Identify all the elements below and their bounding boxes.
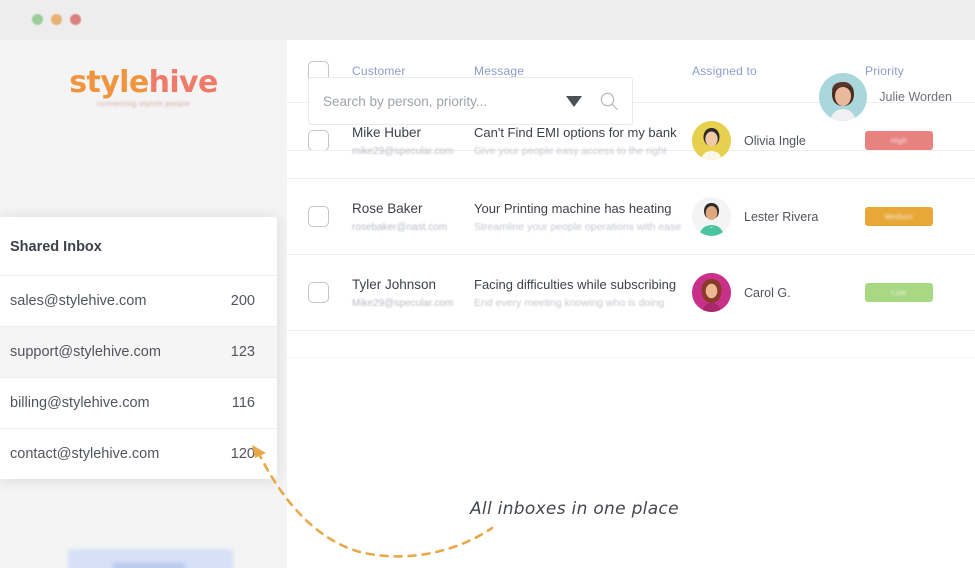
sidebar-item-support[interactable]: support@stylehive.com 123 (0, 327, 277, 378)
status-badge[interactable]: Medium (865, 207, 933, 226)
row-checkbox[interactable] (308, 282, 329, 303)
message-cell: Facing difficulties while subscribing En… (474, 276, 692, 310)
close-dot[interactable] (70, 14, 81, 25)
row-select-cell (308, 282, 352, 303)
assignee-cell: Lester Rivera (692, 197, 865, 236)
assignee[interactable]: Carol G. (692, 273, 865, 312)
search-bar (308, 77, 633, 125)
priority-label: Low (892, 288, 907, 297)
inbox-address: support@stylehive.com (10, 344, 161, 360)
priority-cell: Medium (865, 207, 975, 226)
message-preview: Streamline your people operations with e… (474, 221, 692, 233)
assignee-avatar (692, 197, 731, 236)
assignee-avatar (692, 121, 731, 160)
user-name: Julie Worden (879, 90, 952, 104)
priority-label: Medium (885, 212, 913, 221)
main-panel: Julie Worden Customer Message Assigned t… (287, 40, 975, 568)
minimize-dot[interactable] (32, 14, 43, 25)
sidebar-item-billing[interactable]: billing@stylehive.com 116 (0, 378, 277, 429)
maximize-dot[interactable] (51, 14, 62, 25)
user-profile[interactable]: Julie Worden (819, 73, 952, 121)
shared-inbox-title: Shared Inbox (0, 217, 277, 276)
inbox-count: 200 (231, 293, 255, 309)
assignee[interactable]: Lester Rivera (692, 197, 865, 236)
chevron-down-icon[interactable] (566, 96, 582, 107)
brand-logo[interactable]: stylehive connecting stylish people (0, 68, 287, 108)
inbox-count: 116 (232, 395, 255, 411)
customer-email: mike29@specular.com (352, 146, 474, 157)
app-window: stylehive connecting stylish people Shar… (0, 0, 975, 568)
message-preview: End every meeting knowing who is doing (474, 297, 692, 309)
shared-inbox-card: Shared Inbox sales@stylehive.com 200 sup… (0, 217, 277, 479)
inbox-count: 123 (231, 344, 255, 360)
avatar (819, 73, 867, 121)
window-controls (32, 14, 81, 25)
message-title: Your Printing machine has heating (474, 200, 692, 218)
status-badge[interactable]: High (865, 131, 933, 150)
table-row-partial (287, 331, 975, 358)
message-cell: Your Printing machine has heating Stream… (474, 200, 692, 234)
assignee-name: Lester Rivera (744, 210, 818, 224)
sidebar-item-sales[interactable]: sales@stylehive.com 200 (0, 276, 277, 327)
annotation-label: All inboxes in one place (470, 499, 679, 519)
row-select-cell (308, 206, 352, 227)
brand-tagline: connecting stylish people (0, 101, 287, 108)
sidebar-item-contact[interactable]: contact@stylehive.com 120 (0, 429, 277, 479)
table-row[interactable]: Rose Baker rosebaker@nast.com Your Print… (287, 179, 975, 255)
assignee-cell: Carol G. (692, 273, 865, 312)
customer-name: Rose Baker (352, 200, 474, 218)
brand-word-style: style (69, 65, 148, 100)
assignee-avatar (692, 273, 731, 312)
customer-cell: Rose Baker rosebaker@nast.com (352, 200, 474, 232)
priority-cell: Low (865, 283, 975, 302)
search-icon[interactable] (599, 91, 619, 111)
assignee-name: Carol G. (744, 286, 791, 300)
sidebar-cta-button[interactable] (68, 549, 233, 568)
inbox-address: sales@stylehive.com (10, 293, 146, 309)
customer-cell: Tyler Johnson Mike29@specular.com (352, 276, 474, 308)
inbox-count: 120 (231, 446, 255, 462)
customer-email: rosebaker@nast.com (352, 222, 474, 233)
message-preview: Give your people easy access to the righ… (474, 145, 692, 157)
table-row[interactable]: Tyler Johnson Mike29@specular.com Facing… (287, 255, 975, 331)
sidebar: stylehive connecting stylish people Shar… (0, 40, 287, 568)
message-title: Facing difficulties while subscribing (474, 276, 692, 294)
brand-word-hive: hive (149, 65, 218, 100)
priority-label: High (891, 136, 908, 145)
search-input[interactable] (309, 94, 566, 109)
status-badge[interactable]: Low (865, 283, 933, 302)
inbox-address: billing@stylehive.com (10, 395, 150, 411)
inbox-address: contact@stylehive.com (10, 446, 159, 462)
customer-email: Mike29@specular.com (352, 298, 474, 309)
row-checkbox[interactable] (308, 206, 329, 227)
brand-wordmark: stylehive (0, 68, 287, 98)
customer-name: Tyler Johnson (352, 276, 474, 294)
window-titlebar (0, 0, 975, 40)
